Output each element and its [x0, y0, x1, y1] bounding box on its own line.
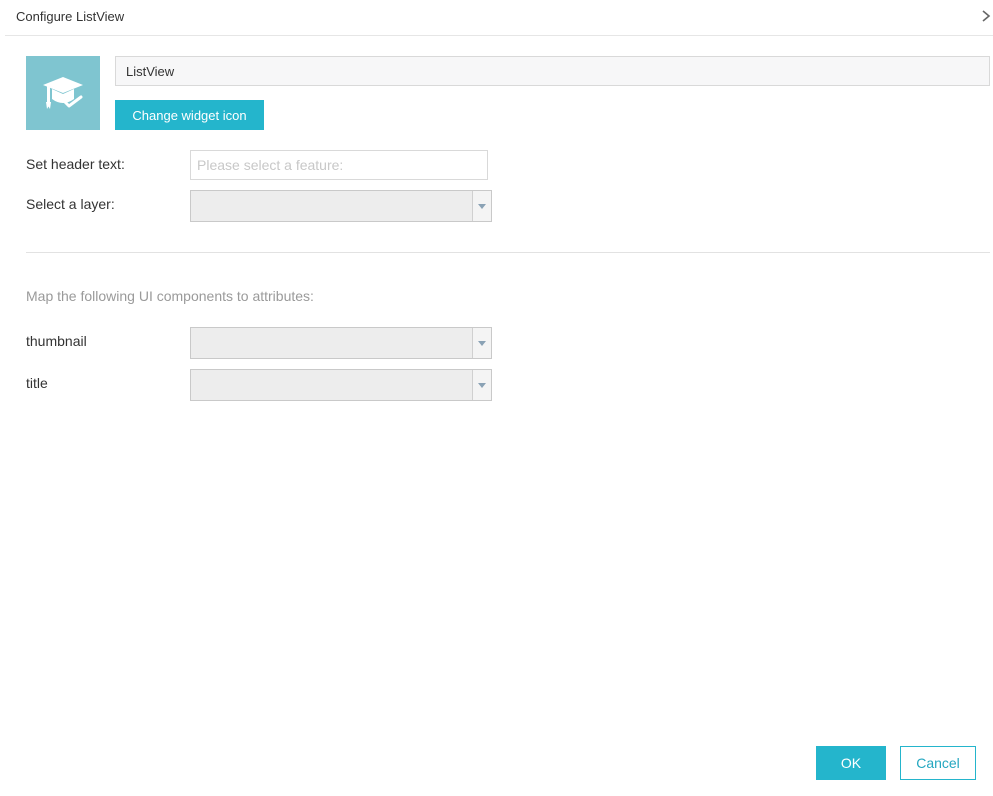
header-text-label: Set header text:	[26, 156, 125, 172]
section-divider	[26, 252, 990, 253]
thumbnail-label: thumbnail	[26, 333, 87, 349]
header-text-input[interactable]	[190, 150, 488, 180]
graduation-cap-icon	[41, 69, 85, 118]
change-widget-icon-button[interactable]: Change widget icon	[115, 100, 264, 130]
chevron-down-icon[interactable]	[472, 328, 491, 358]
widget-icon-preview	[26, 56, 100, 130]
widget-name-input[interactable]	[115, 56, 990, 86]
ok-button[interactable]: OK	[816, 746, 886, 780]
chevron-down-icon[interactable]	[472, 370, 491, 400]
cancel-button[interactable]: Cancel	[900, 746, 976, 780]
dialog-title: Configure ListView	[16, 9, 125, 24]
dialog-titlebar: Configure ListView	[5, 0, 993, 36]
layer-select-label: Select a layer:	[26, 196, 115, 212]
attribute-mapping-heading: Map the following UI components to attri…	[26, 288, 314, 304]
layer-select[interactable]	[190, 190, 492, 222]
title-attribute-select[interactable]	[190, 369, 492, 401]
configure-listview-dialog: Configure ListView Change widget icon Se…	[0, 0, 993, 796]
chevron-right-icon[interactable]	[979, 6, 993, 26]
title-label: title	[26, 375, 48, 391]
thumbnail-attribute-select[interactable]	[190, 327, 492, 359]
chevron-down-icon[interactable]	[472, 191, 491, 221]
